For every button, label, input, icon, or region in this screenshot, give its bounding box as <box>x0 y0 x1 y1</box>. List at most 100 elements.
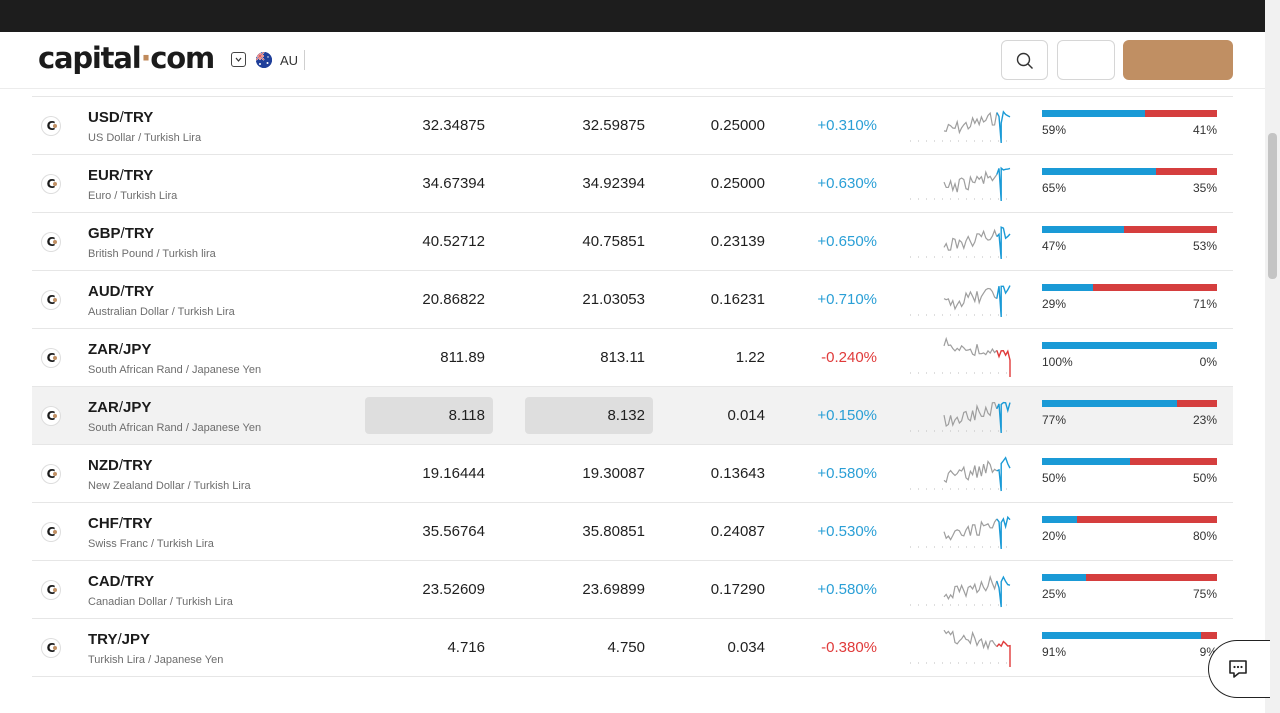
sellers-percent: 50% <box>1192 471 1217 485</box>
buyers-percent: 20% <box>1042 529 1067 543</box>
sell-price[interactable]: 811.89 <box>440 349 485 366</box>
instrument-name: British Pound / Turkish lira <box>88 248 216 260</box>
instrument-name: US Dollar / Turkish Lira <box>88 132 202 144</box>
change-percent: +0.530% <box>817 523 877 540</box>
sellers-bar <box>1176 400 1217 407</box>
sparkline-chart <box>910 166 1012 202</box>
trade-now-button[interactable] <box>1123 40 1233 80</box>
sentiment-bar <box>1042 458 1217 465</box>
search-button[interactable] <box>1001 40 1048 80</box>
instrument-symbol[interactable]: CAD/TRY <box>88 573 154 590</box>
spread-value: 0.25000 <box>710 117 765 134</box>
sell-price[interactable]: 40.52712 <box>422 233 485 250</box>
buyers-bar <box>1042 574 1086 581</box>
sell-price[interactable]: 20.86822 <box>422 291 485 308</box>
instrument-symbol[interactable]: USD/TRY <box>88 109 153 126</box>
sparkline-chart <box>910 574 1012 608</box>
chat-icon <box>1229 660 1247 678</box>
buy-price[interactable]: 35.80851 <box>582 523 645 540</box>
market-row[interactable]: C ZAR/JPY South African Rand / Japanese Ye… <box>32 329 1233 387</box>
capital-com-logo-icon: C <box>42 523 60 541</box>
sellers-bar <box>1124 226 1217 233</box>
instrument-name: New Zealand Dollar / Turkish Lira <box>88 480 251 492</box>
capital-com-logo-icon: C <box>42 233 60 251</box>
capital-com-logo[interactable]: capital·com <box>38 41 215 75</box>
buyers-bar <box>1042 284 1093 291</box>
divider <box>304 50 305 70</box>
spread-value: 0.17290 <box>710 581 765 598</box>
sentiment-bar <box>1042 400 1217 407</box>
instrument-symbol[interactable]: AUD/TRY <box>88 283 154 300</box>
change-percent: +0.710% <box>817 291 877 308</box>
sell-price[interactable]: 8.118 <box>449 407 485 424</box>
chevron-down-icon[interactable] <box>231 52 246 67</box>
market-row[interactable]: C AUD/TRY Australian Dollar / Turkish Lira… <box>32 271 1233 329</box>
market-row[interactable]: C TRY/JPY Turkish Lira / Japanese Yen 4.716… <box>32 619 1233 677</box>
sentiment-bar <box>1042 632 1217 639</box>
market-row[interactable]: C EUR/TRY Euro / Turkish Lira 34.67394 34.92… <box>32 155 1233 213</box>
sentiment-bar <box>1042 342 1217 349</box>
instrument-symbol[interactable]: TRY/JPY <box>88 631 150 648</box>
sell-price[interactable]: 19.16444 <box>422 465 485 482</box>
instrument-symbol[interactable]: EUR/TRY <box>88 167 153 184</box>
login-button[interactable] <box>1057 40 1115 80</box>
market-row[interactable]: C CAD/TRY Canadian Dollar / Turkish Lira 23… <box>32 561 1233 619</box>
instrument-name: Turkish Lira / Japanese Yen <box>88 654 224 666</box>
instrument-symbol[interactable]: GBP/TRY <box>88 225 154 242</box>
sell-price[interactable]: 4.716 <box>447 639 485 656</box>
sellers-percent: 75% <box>1192 587 1217 601</box>
instrument-symbol[interactable]: NZD/TRY <box>88 457 152 474</box>
search-icon <box>1016 52 1033 69</box>
spread-value: 0.014 <box>727 407 765 424</box>
instrument-symbol[interactable]: ZAR/JPY <box>88 341 151 358</box>
australia-flag-icon[interactable] <box>256 52 272 68</box>
sparkline-chart <box>910 456 1012 492</box>
capital-com-logo-icon: C <box>42 117 60 135</box>
instrument-symbol[interactable]: CHF/TRY <box>88 515 152 532</box>
sell-price[interactable]: 35.56764 <box>422 523 485 540</box>
capital-com-logo-icon: C <box>42 291 60 309</box>
spread-value: 0.16231 <box>710 291 765 308</box>
site-header: capital·com AU <box>0 32 1265 89</box>
change-percent: +0.580% <box>817 581 877 598</box>
buy-price[interactable]: 813.11 <box>600 349 645 366</box>
buy-price[interactable]: 8.132 <box>607 407 645 424</box>
sentiment-bar <box>1042 226 1217 233</box>
sentiment-bar <box>1042 574 1217 581</box>
market-row[interactable]: C NZD/TRY New Zealand Dollar / Turkish Lir… <box>32 445 1233 503</box>
buy-price[interactable]: 19.30087 <box>582 465 645 482</box>
buy-price[interactable]: 34.92394 <box>582 175 645 192</box>
sellers-percent: 23% <box>1192 413 1217 427</box>
sellers-percent: 0% <box>1199 355 1217 369</box>
sell-price[interactable]: 34.67394 <box>422 175 485 192</box>
markets-table: C USD/TRY US Dollar / Turkish Lira 32.34875… <box>32 96 1233 677</box>
instrument-symbol[interactable]: ZAR/JPY <box>88 399 151 416</box>
buy-price[interactable]: 23.69899 <box>582 581 645 598</box>
buy-price[interactable]: 32.59875 <box>582 117 645 134</box>
sellers-percent: 41% <box>1192 123 1217 137</box>
buyers-bar <box>1042 342 1217 349</box>
market-row[interactable]: C GBP/TRY British Pound / Turkish lira 40.5… <box>32 213 1233 271</box>
sell-price[interactable]: 23.52609 <box>422 581 485 598</box>
capital-com-logo-icon: C <box>42 349 60 367</box>
buyers-bar <box>1042 458 1130 465</box>
sparkline-chart <box>910 226 1012 260</box>
buy-price[interactable]: 21.03053 <box>582 291 645 308</box>
buy-price[interactable]: 40.75851 <box>582 233 645 250</box>
scrollbar-track[interactable] <box>1265 0 1280 713</box>
instrument-name: South African Rand / Japanese Yen <box>88 364 262 376</box>
sell-price[interactable]: 32.34875 <box>422 117 485 134</box>
buy-price[interactable]: 4.750 <box>607 639 645 656</box>
region-label[interactable]: AU <box>280 53 298 68</box>
sellers-percent: 35% <box>1192 181 1217 195</box>
sellers-bar <box>1085 574 1217 581</box>
chat-button[interactable] <box>1208 640 1270 698</box>
spread-value: 0.23139 <box>710 233 765 250</box>
change-percent: +0.150% <box>817 407 877 424</box>
scrollbar-thumb[interactable] <box>1268 133 1277 279</box>
market-row[interactable]: C CHF/TRY Swiss Franc / Turkish Lira 35.567… <box>32 503 1233 561</box>
spread-value: 0.034 <box>727 639 765 656</box>
market-row[interactable]: C USD/TRY US Dollar / Turkish Lira 32.34875… <box>32 96 1233 155</box>
buyers-bar <box>1042 226 1125 233</box>
market-row[interactable]: C ZAR/JPY South African Rand / Japanese Ye… <box>32 387 1233 445</box>
